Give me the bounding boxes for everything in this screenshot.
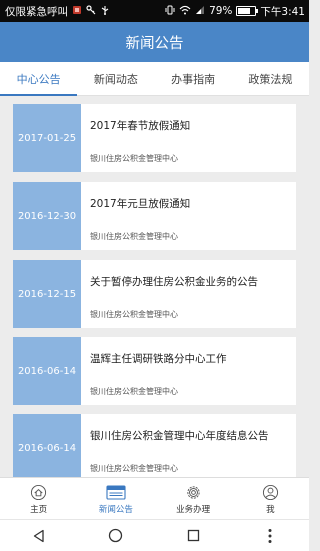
clock: 下午3:41 [260,5,305,18]
carrier-text: 仅限紧急呼叫 [5,5,68,18]
signal-icon [195,5,205,18]
vibrate-icon [165,5,175,18]
tab-label: 办事指南 [171,72,216,86]
status-bar: 仅限紧急呼叫 79% 下午3:41 [0,0,309,22]
item-date: 2017-01-25 [13,104,81,172]
tab-guide[interactable]: 办事指南 [155,62,232,95]
battery-percent: 79% [209,5,233,17]
home-icon [30,483,47,501]
wifi-icon [179,5,191,18]
more-vert-icon[interactable] [250,521,290,551]
nav-label: 我 [266,505,275,515]
list-item[interactable]: 2016-06-14 温辉主任调研铁路分中心工作 银川住房公积金管理中心 [13,337,296,405]
tab-label: 中心公告 [16,72,61,86]
recents-icon[interactable] [173,521,213,551]
list-item[interactable]: 2017-01-25 2017年春节放假通知 银川住房公积金管理中心 [13,104,296,172]
item-source: 银川住房公积金管理中心 [90,464,178,473]
nav-label: 新闻公告 [98,505,133,515]
list-item[interactable]: 2016-06-14 银川住房公积金管理中心年度结息公告 银川住房公积金管理中心 [13,414,296,477]
battery-icon [236,6,259,16]
key-icon [86,4,96,18]
nav-news[interactable]: 新闻公告 [77,478,154,520]
tab-news[interactable]: 新闻动态 [77,62,154,95]
item-date: 2016-12-15 [13,260,81,328]
item-source: 银川住房公积金管理中心 [90,387,178,396]
system-nav-bar [0,519,309,551]
item-source: 银川住房公积金管理中心 [90,310,178,319]
tab-label: 新闻动态 [93,72,138,86]
item-source: 银川住房公积金管理中心 [90,154,178,163]
tab-center-announcements[interactable]: 中心公告 [0,62,78,96]
page-title: 新闻公告 [125,35,184,52]
usb-icon [100,5,110,18]
nav-label: 主页 [30,505,48,515]
bottom-nav: 主页 新闻公告 业务办理 我 [0,477,309,520]
home-circle-icon[interactable] [96,521,136,551]
announcement-list: 2017-01-25 2017年春节放假通知 银川住房公积金管理中心 2016-… [0,96,309,477]
item-date: 2016-12-30 [13,182,81,250]
app-notification-icon [72,5,82,18]
item-title: 2017年春节放假通知 [90,120,191,132]
back-icon[interactable] [19,521,59,551]
tab-label: 政策法规 [248,72,293,86]
item-title: 关于暂停办理住房公积金业务的公告 [90,276,258,288]
nav-business[interactable]: 业务办理 [155,478,232,520]
item-date: 2016-06-14 [13,337,81,405]
tab-bar: 中心公告 新闻动态 办事指南 政策法规 [0,62,309,96]
item-source: 银川住房公积金管理中心 [90,232,178,241]
nav-home[interactable]: 主页 [0,478,77,520]
list-item[interactable]: 2016-12-15 关于暂停办理住房公积金业务的公告 银川住房公积金管理中心 [13,260,296,328]
gear-icon [185,483,202,501]
app-bar: 新闻公告 [0,22,309,62]
item-title: 温辉主任调研铁路分中心工作 [90,353,227,365]
item-title: 银川住房公积金管理中心年度结息公告 [90,430,269,442]
nav-label: 业务办理 [176,505,211,515]
item-title: 2017年元旦放假通知 [90,198,191,210]
news-icon [106,483,126,501]
list-item[interactable]: 2016-12-30 2017年元旦放假通知 银川住房公积金管理中心 [13,182,296,250]
tab-policies[interactable]: 政策法规 [232,62,309,95]
user-icon [262,483,279,501]
nav-me[interactable]: 我 [232,478,309,520]
item-date: 2016-06-14 [13,414,81,477]
